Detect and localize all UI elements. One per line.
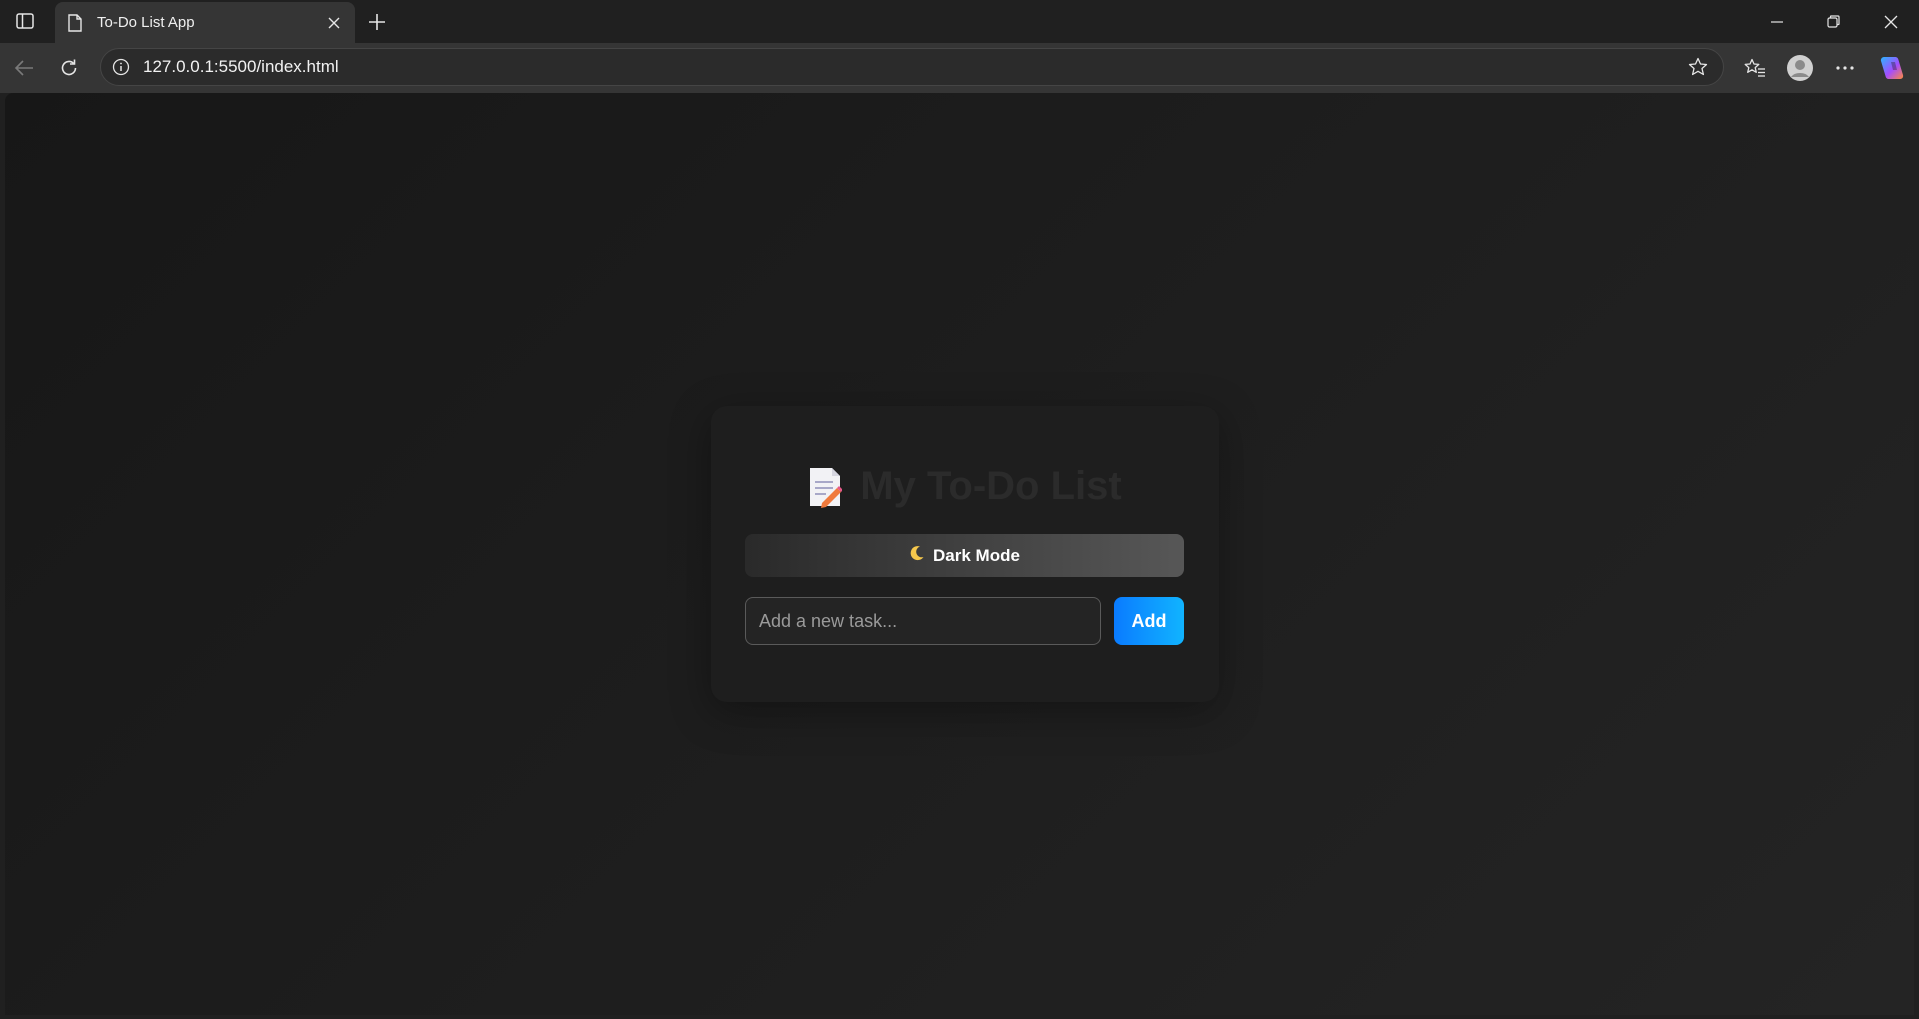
back-arrow-icon[interactable]	[7, 51, 41, 85]
close-window-icon[interactable]	[1862, 0, 1919, 43]
address-bar[interactable]: 127.0.0.1:5500/index.html	[100, 48, 1724, 86]
favorite-star-icon[interactable]	[1683, 52, 1713, 82]
new-tab-icon[interactable]	[362, 7, 392, 37]
crescent-moon-icon	[909, 545, 925, 566]
tab-actions-icon[interactable]	[12, 9, 38, 33]
browser-toolbar: 127.0.0.1:5500/index.html	[0, 43, 1919, 93]
refresh-icon[interactable]	[52, 51, 86, 85]
more-options-icon[interactable]	[1828, 51, 1862, 85]
page-icon	[65, 13, 85, 33]
app-title: My To-Do List	[711, 464, 1219, 509]
browser-titlebar: To-Do List App	[0, 0, 1919, 43]
tab-title: To-Do List App	[97, 14, 195, 31]
browser-tab[interactable]: To-Do List App	[55, 2, 355, 43]
favorites-icon[interactable]	[1738, 51, 1772, 85]
info-icon[interactable]	[111, 57, 131, 77]
app-title-text: My To-Do List	[860, 464, 1122, 508]
url-text[interactable]: 127.0.0.1:5500/index.html	[143, 57, 1683, 77]
minimize-icon[interactable]	[1748, 0, 1805, 43]
profile-avatar-icon[interactable]	[1783, 51, 1817, 85]
add-task-button[interactable]: Add	[1114, 597, 1184, 645]
dark-mode-toggle-button[interactable]: Dark Mode	[745, 534, 1184, 577]
memo-icon	[808, 466, 844, 508]
todo-card: My To-Do List Dark Mode Add	[711, 406, 1219, 702]
new-task-input[interactable]	[745, 597, 1101, 645]
restore-icon[interactable]	[1805, 0, 1862, 43]
page-viewport: My To-Do List Dark Mode Add	[5, 93, 1914, 1015]
copilot-icon[interactable]	[1875, 51, 1909, 85]
dark-mode-label: Dark Mode	[933, 545, 1020, 565]
close-tab-icon[interactable]	[321, 10, 347, 36]
